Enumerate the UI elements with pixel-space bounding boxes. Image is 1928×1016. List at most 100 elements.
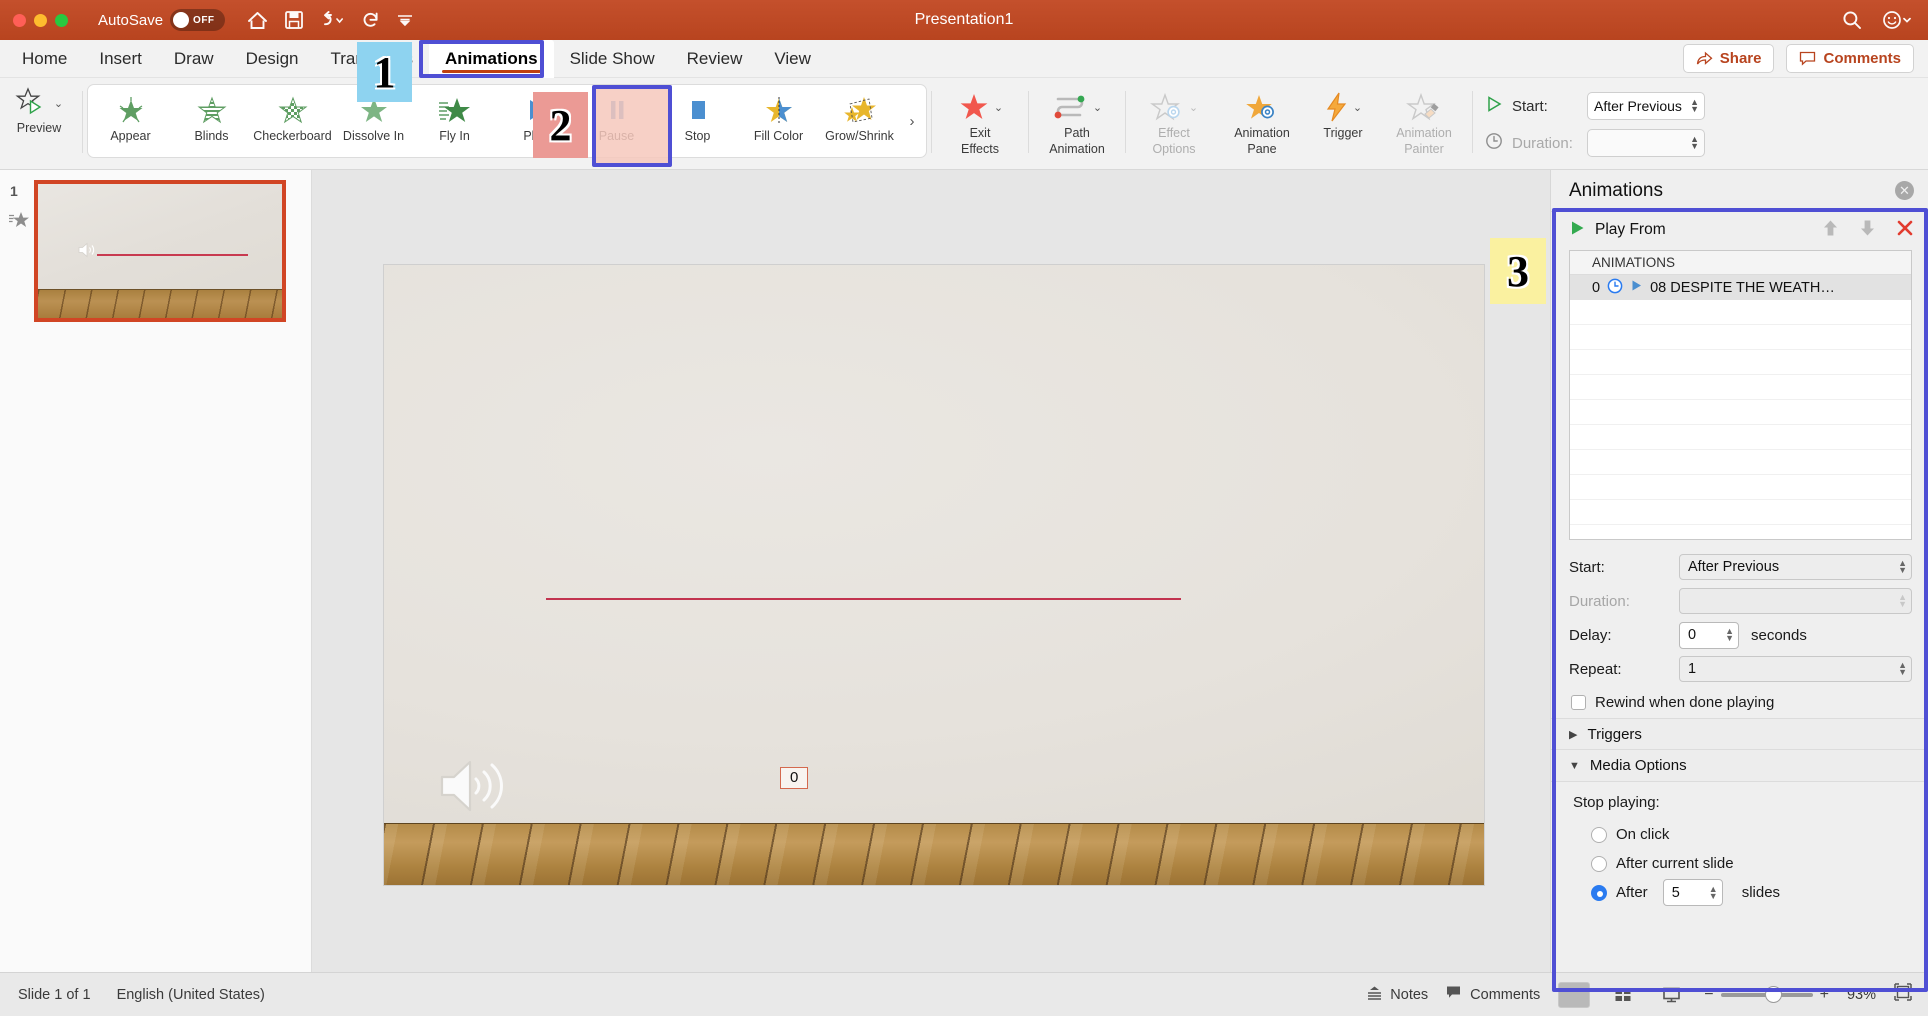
stop-after-n-slides-row[interactable]: After 5 ▲ ▼ slides <box>1573 878 1912 907</box>
effect-stop-label: Stop <box>684 129 711 143</box>
trigger-button[interactable]: ⌄ Trigger <box>1306 84 1380 140</box>
close-icon[interactable]: ✕ <box>1895 181 1914 200</box>
pane-repeat-select[interactable]: 1 ▲ ▼ <box>1679 656 1912 682</box>
autosave-knob <box>173 12 190 28</box>
preview-button[interactable]: ⌄ Preview <box>0 78 78 135</box>
chevron-down-icon[interactable]: ▼ <box>1569 760 1580 772</box>
tab-view[interactable]: View <box>758 40 827 78</box>
stop-on-click-row[interactable]: On click <box>1573 820 1912 849</box>
normal-view-icon[interactable] <box>1558 981 1591 1008</box>
ribbon-start-stepper-icon[interactable]: ▲ ▼ <box>1690 98 1699 114</box>
zoom-handle[interactable] <box>1764 985 1782 1003</box>
annotation-badge-1: 1 <box>357 42 412 102</box>
stop-after-current-slide-row[interactable]: After current slide <box>1573 849 1912 878</box>
section-media-options[interactable]: ▼ Media Options <box>1551 750 1928 782</box>
redo-icon[interactable] <box>362 11 380 29</box>
notes-button[interactable]: Notes <box>1366 985 1428 1005</box>
home-icon[interactable] <box>247 11 268 30</box>
gallery-more-icon[interactable]: › <box>900 85 924 157</box>
zoom-slider[interactable]: − + <box>1704 985 1829 1004</box>
effect-blinds[interactable]: Blinds <box>171 85 252 157</box>
path-animation-button[interactable]: ⌄ Path Animation <box>1033 84 1121 156</box>
ribbon-start-select[interactable]: After Previous ▲ ▼ <box>1587 92 1705 120</box>
audio-object-icon[interactable] <box>438 757 510 820</box>
tab-review[interactable]: Review <box>671 40 759 78</box>
zoom-level-label[interactable]: 93% <box>1847 987 1876 1003</box>
minimize-window-button[interactable] <box>34 13 47 27</box>
section-triggers[interactable]: ▶ Triggers <box>1551 718 1928 750</box>
slide-editor[interactable]: 0 <box>384 265 1484 885</box>
trigger-dropdown-icon[interactable]: ⌄ <box>1353 101 1362 114</box>
tab-insert[interactable]: Insert <box>83 40 158 78</box>
window-controls[interactable] <box>13 13 68 27</box>
tab-draw[interactable]: Draw <box>158 40 230 78</box>
slide-thumbnail-1[interactable] <box>34 180 286 322</box>
effect-options-button[interactable]: ⌄ Effect Options <box>1130 84 1218 156</box>
pane-delay-stepper-icon[interactable]: ▲ ▼ <box>1725 627 1734 643</box>
status-comments-button[interactable]: Comments <box>1446 985 1540 1004</box>
ribbon-duration-input[interactable]: ▲ ▼ <box>1587 129 1705 157</box>
slide-red-line[interactable] <box>546 598 1181 600</box>
effect-fill-color[interactable]: Fill Color <box>738 85 819 157</box>
slides-count-stepper-icon[interactable]: ▲ ▼ <box>1709 884 1718 900</box>
stop-after-n-slides-radio[interactable] <box>1591 884 1607 901</box>
remove-icon[interactable] <box>1896 219 1914 242</box>
stop-on-click-radio[interactable] <box>1591 826 1607 843</box>
search-icon[interactable] <box>1842 10 1862 30</box>
play-from-label[interactable]: Play From <box>1595 221 1666 239</box>
share-button[interactable]: Share <box>1682 44 1775 73</box>
exit-effects-button[interactable]: ⌄ Exit Effects <box>936 84 1024 156</box>
pane-rewind-row[interactable]: Rewind when done playing <box>1569 686 1912 718</box>
customize-toolbar-icon[interactable] <box>397 13 413 27</box>
maximize-window-button[interactable] <box>55 13 68 27</box>
slides-count-input[interactable]: 5 ▲ ▼ <box>1662 879 1723 906</box>
tab-design[interactable]: Design <box>230 40 315 78</box>
pane-start-select[interactable]: After Previous ▲ ▼ <box>1679 554 1912 580</box>
pane-repeat-stepper-icon[interactable]: ▲ ▼ <box>1898 661 1907 677</box>
tab-slide-show[interactable]: Slide Show <box>554 40 671 78</box>
zoom-track[interactable] <box>1720 985 1813 1003</box>
effect-appear[interactable]: Appear <box>90 85 171 157</box>
powerpoint-window: AutoSave OFF Presentation1 Home Insert D… <box>0 0 1928 1016</box>
play-from-icon[interactable] <box>1569 220 1586 241</box>
quick-access-toolbar[interactable] <box>247 11 413 30</box>
pane-delay-input[interactable]: 0 ▲ ▼ <box>1679 621 1739 649</box>
stop-after-current-slide-radio[interactable] <box>1591 855 1607 872</box>
exit-effects-dropdown-icon[interactable]: ⌄ <box>994 101 1003 114</box>
save-icon[interactable] <box>285 11 303 29</box>
autosave-control[interactable]: AutoSave OFF <box>98 9 226 31</box>
tab-animations[interactable]: Animations <box>429 39 554 78</box>
animation-pane: Animations ✕ Play From ANIMATIONS 0 08 D… <box>1550 170 1928 972</box>
tab-home[interactable]: Home <box>6 40 83 78</box>
comments-button[interactable]: Comments <box>1786 44 1914 73</box>
move-down-icon[interactable] <box>1859 219 1876 242</box>
animation-order-badge[interactable]: 0 <box>780 767 809 789</box>
zoom-out-button[interactable]: − <box>1704 986 1713 1004</box>
rewind-checkbox[interactable] <box>1571 694 1586 710</box>
chevron-right-icon[interactable]: ▶ <box>1569 728 1577 741</box>
ribbon-duration-stepper-icon[interactable]: ▲ ▼ <box>1690 135 1699 151</box>
account-icon[interactable] <box>1882 10 1912 30</box>
effect-options-dropdown-icon[interactable]: ⌄ <box>1189 101 1198 114</box>
effect-grow-shrink[interactable]: Grow/Shrink <box>819 85 900 157</box>
preview-dropdown-icon[interactable]: ⌄ <box>54 97 63 110</box>
reading-view-icon[interactable] <box>1656 982 1686 1008</box>
pane-start-stepper-icon[interactable]: ▲ ▼ <box>1898 559 1907 575</box>
fit-slide-icon[interactable] <box>1894 983 1912 1006</box>
slide-sorter-icon[interactable] <box>1608 982 1638 1008</box>
move-up-icon[interactable] <box>1822 219 1839 242</box>
animation-list[interactable]: ANIMATIONS 0 08 DESPITE THE WEATH… <box>1569 250 1912 540</box>
animation-list-row[interactable]: 0 08 DESPITE THE WEATH… <box>1570 275 1911 300</box>
effect-checkerboard[interactable]: Checkerboard <box>252 85 333 157</box>
autosave-toggle[interactable]: OFF <box>170 9 226 31</box>
undo-icon[interactable] <box>320 11 345 29</box>
close-window-button[interactable] <box>13 13 26 27</box>
animation-painter-button[interactable]: Animation Painter <box>1380 84 1468 156</box>
zoom-in-button[interactable]: + <box>1820 986 1829 1004</box>
grow-shrink-star-icon <box>841 93 879 127</box>
animation-pane-button[interactable]: Animation Pane <box>1218 84 1306 156</box>
effect-fly-in[interactable]: Fly In <box>414 85 495 157</box>
language-label[interactable]: English (United States) <box>117 987 265 1003</box>
animation-pane-icon <box>1244 90 1280 124</box>
path-animation-dropdown-icon[interactable]: ⌄ <box>1093 101 1102 114</box>
